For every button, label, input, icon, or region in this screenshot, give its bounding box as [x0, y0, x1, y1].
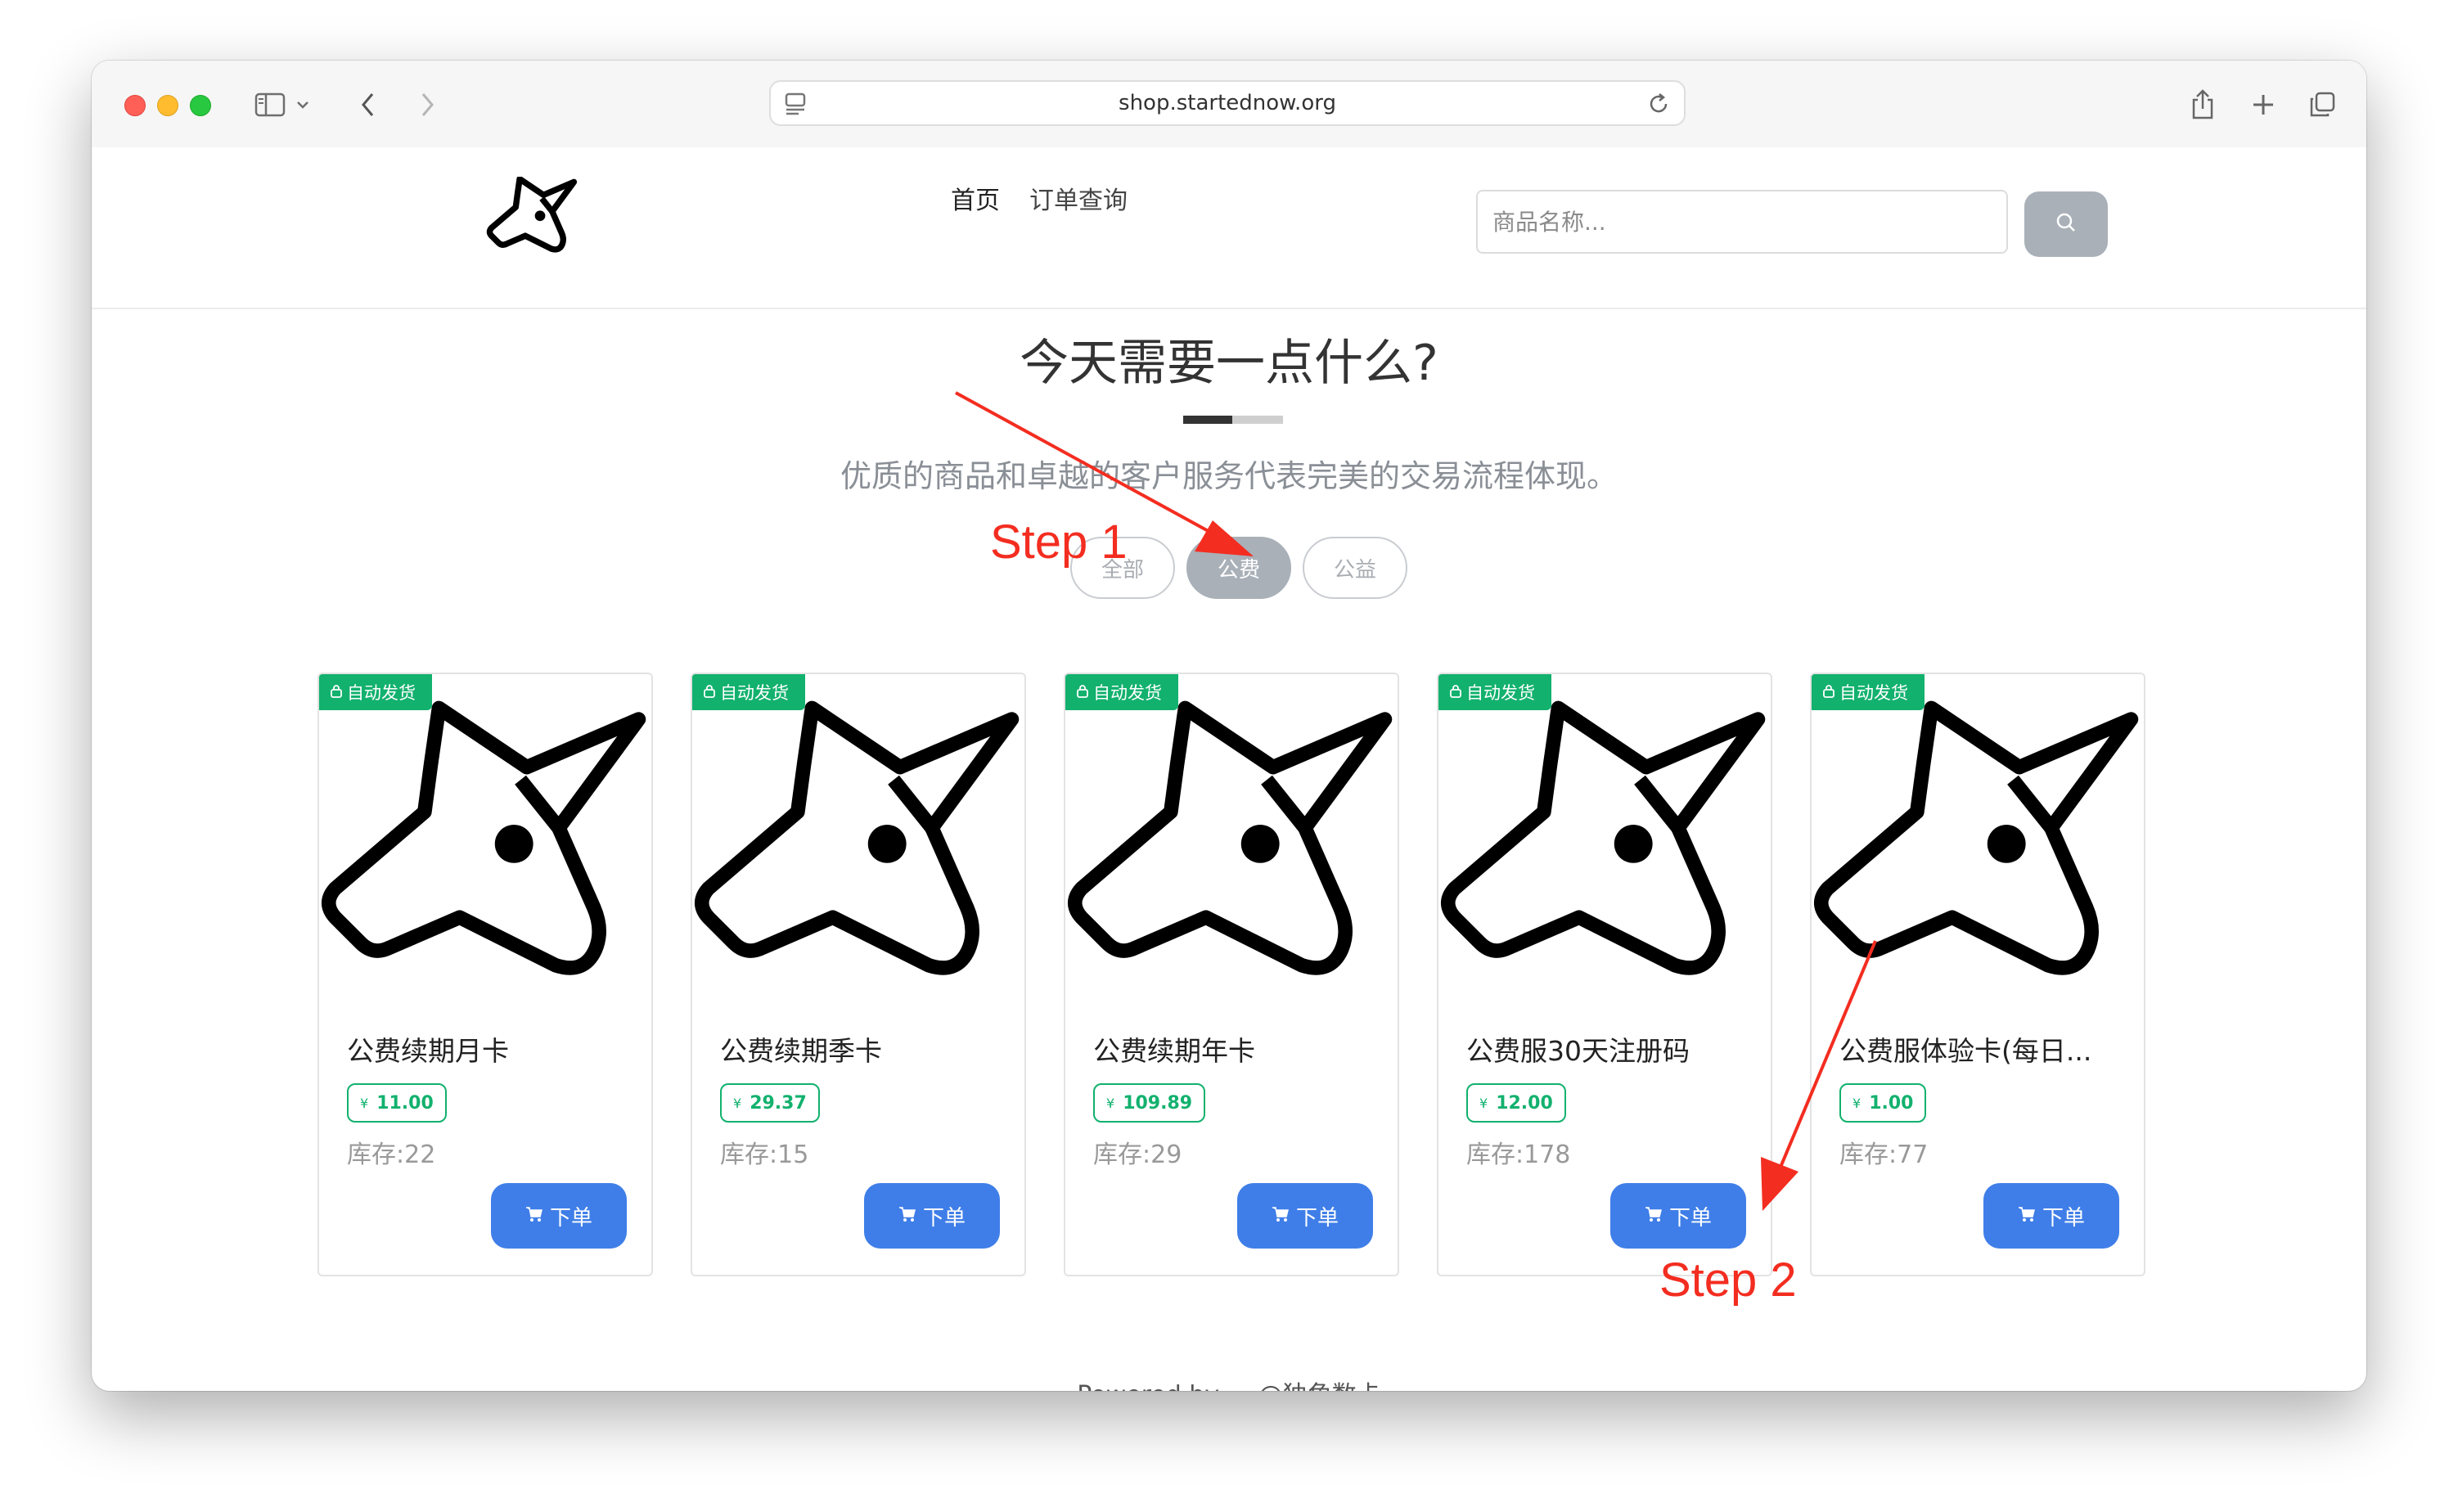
- auto-delivery-badge: 自动发货: [1812, 674, 1925, 710]
- auto-delivery-badge: 自动发货: [1065, 674, 1178, 710]
- bag-icon: [1450, 682, 1461, 702]
- step1-label: Step 1: [990, 515, 1128, 569]
- auto-delivery-badge: 自动发货: [692, 674, 805, 710]
- annotation-arrows: [955, 391, 1877, 1211]
- badge-label: 自动发货: [1466, 683, 1535, 703]
- badge-label: 自动发货: [347, 683, 416, 703]
- step2-arrow: [1761, 940, 1877, 1211]
- bag-icon: [704, 682, 715, 702]
- step2-label: Step 2: [1659, 1253, 1797, 1307]
- badge-label: 自动发货: [1839, 683, 1908, 703]
- bag-icon: [1077, 682, 1088, 702]
- bag-icon: [331, 682, 342, 702]
- badge-label: 自动发货: [1093, 683, 1162, 703]
- auto-delivery-badge: 自动发货: [1438, 674, 1551, 710]
- bag-icon: [1823, 682, 1834, 702]
- badge-label: 自动发货: [720, 683, 789, 703]
- auto-delivery-badge: 自动发货: [319, 674, 432, 710]
- browser-window: shop.startednow.org 首页 订单查询 商品名称... 今天需要…: [92, 61, 2366, 1391]
